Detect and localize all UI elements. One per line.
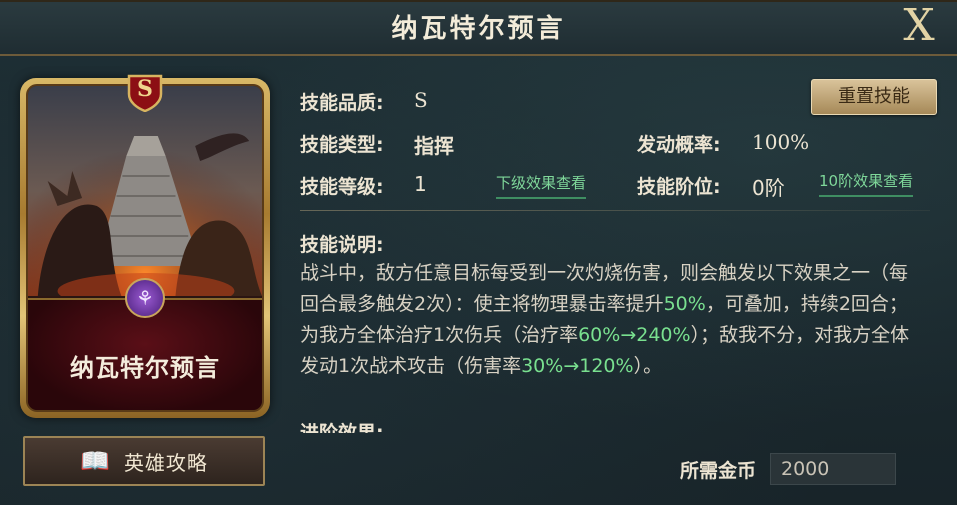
book-icon: 📖 [80,447,110,475]
skill-level-label: 技能等级: [300,176,384,198]
description-highlight-3: 30%→120% [521,355,634,377]
dialog-frame: 纳瓦特尔预言 X ⚘ 纳瓦特尔预言 S 📖 英雄攻略 技能品质: S 重置技能 … [0,0,957,505]
skill-description-title: 技能说明: [300,234,384,256]
skill-quality-value: S [414,88,428,112]
reset-skill-button[interactable]: 重置技能 [811,79,937,115]
grade-badge-letter: S [137,76,153,102]
advance-effect-title: 进阶效果: [300,422,384,433]
skill-description-text: 战斗中，敌方任意目标每受到一次灼烧伤害，则会触发以下效果之一（每回合最多触发2次… [300,258,915,382]
rank10-effect-link[interactable]: 10阶效果查看 [819,170,914,197]
grade-badge: S [125,72,165,113]
divider [300,210,930,211]
gold-cost-value: 2000 [770,453,896,485]
title-bar: 纳瓦特尔预言 X [0,0,957,56]
next-level-effect-link[interactable]: 下级效果查看 [496,172,587,199]
faction-emblem-icon: ⚘ [125,278,165,318]
skill-quality-label: 技能品质: [300,92,384,114]
trigger-chance-label: 发动概率: [637,134,721,156]
skill-card-name: 纳瓦特尔预言 [70,354,220,382]
skill-type-label: 技能类型: [300,134,384,156]
gold-cost-label: 所需金币 [680,460,757,482]
skill-card: ⚘ 纳瓦特尔预言 S [20,74,270,418]
skill-rank-value: 0阶 [752,176,785,200]
hero-guide-button[interactable]: 📖 英雄攻略 [23,436,265,486]
skill-level-value: 1 [414,172,427,196]
description-highlight-2: 60%→240% [578,324,691,346]
description-highlight-1: 50% [663,293,706,315]
skill-card-inner: ⚘ 纳瓦特尔预言 [26,84,264,412]
skill-rank-label: 技能阶位: [637,176,721,198]
description-text-4: ）。 [633,355,663,377]
dialog-title: 纳瓦特尔预言 [391,14,566,44]
trigger-chance-value: 100% [752,130,810,154]
skill-type-value: 指挥 [414,134,454,158]
skill-card-name-panel: ⚘ 纳瓦特尔预言 [28,278,262,410]
skill-card-art [28,86,262,296]
close-button[interactable]: X [895,2,943,50]
hero-guide-label: 英雄攻略 [123,450,208,475]
